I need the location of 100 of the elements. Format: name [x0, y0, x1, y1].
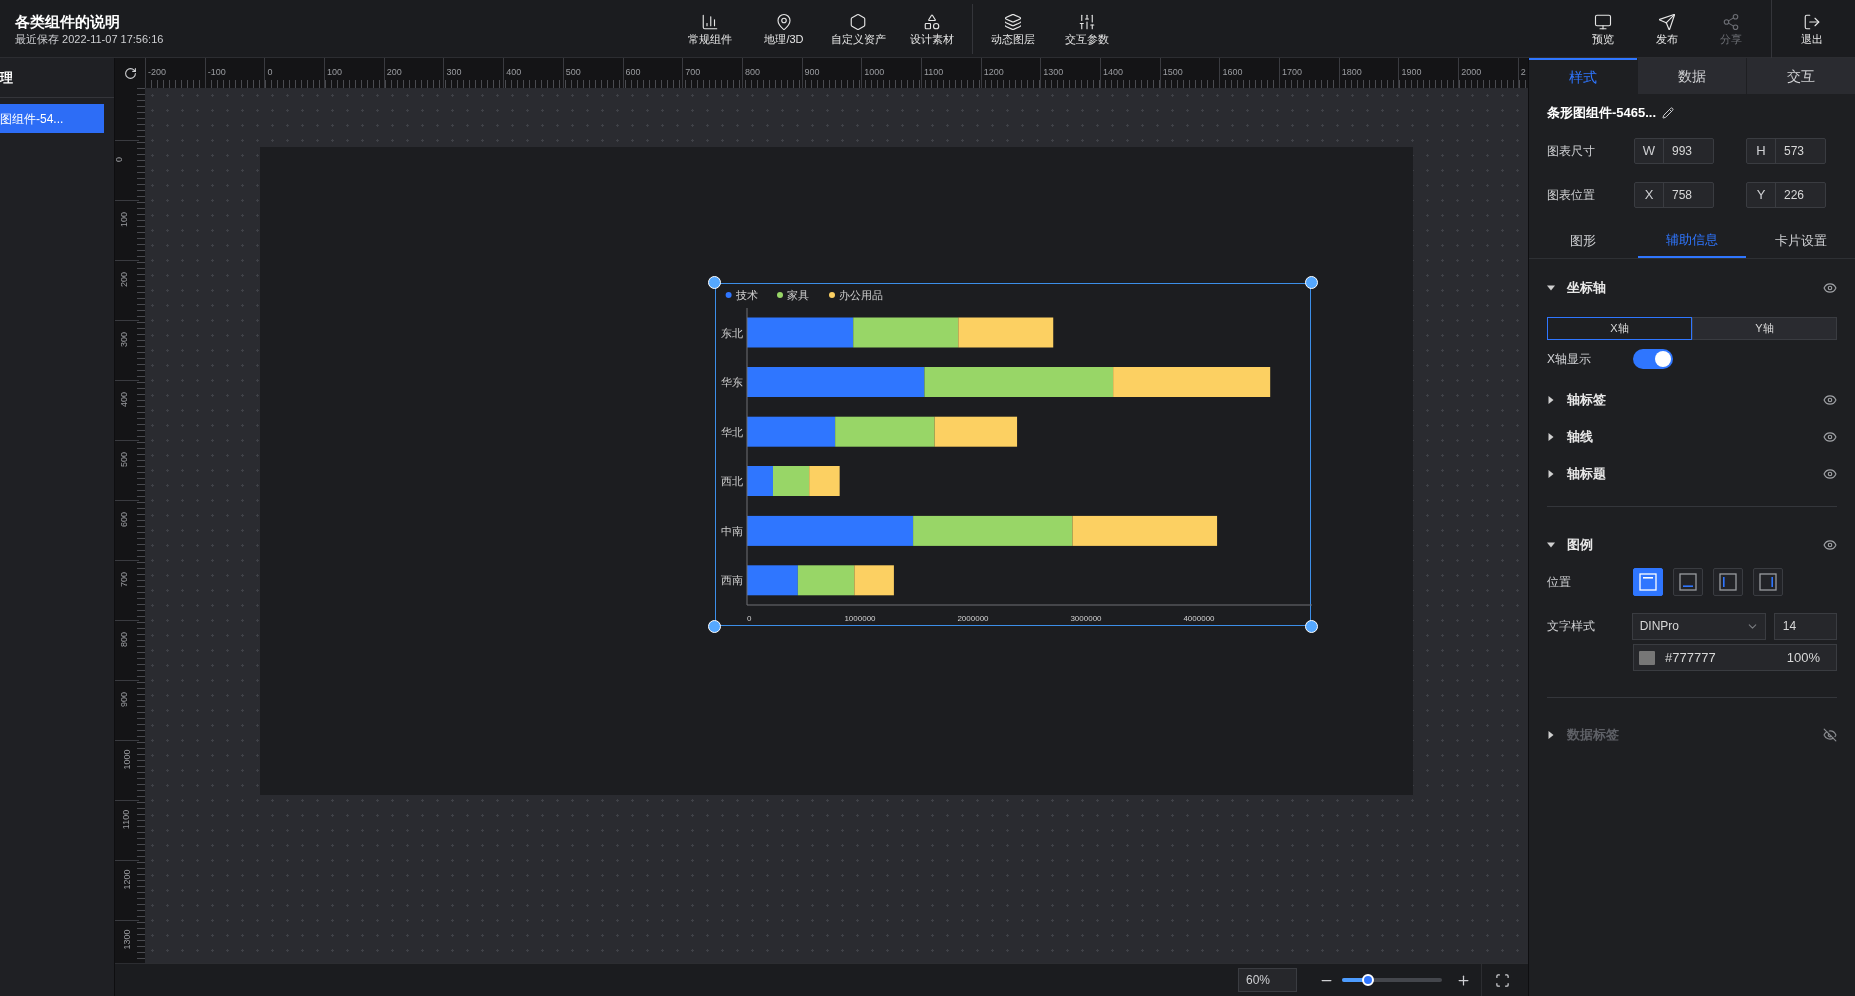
- section-title[interactable]: 坐标轴: [1567, 278, 1606, 298]
- tick-label: 2000000: [957, 614, 989, 623]
- field-label: 位置: [1547, 574, 1572, 591]
- bar: [773, 466, 810, 496]
- slider-thumb[interactable]: [1362, 974, 1374, 986]
- toolbar-button[interactable]: 常规组件: [678, 0, 742, 58]
- panel-tab[interactable]: 数据: [1637, 58, 1746, 94]
- number-field[interactable]: H 573: [1746, 138, 1826, 164]
- layers-icon: [1004, 12, 1022, 31]
- ruler-label: 500: [120, 452, 129, 467]
- caret-icon[interactable]: [1547, 433, 1555, 441]
- save-time: 最近保存 2022-11-07 17:56:16: [15, 31, 165, 46]
- field-value: 226: [1783, 187, 1805, 204]
- legend-position-icon: [1639, 573, 1657, 591]
- font-select[interactable]: DINPro: [1631, 612, 1766, 640]
- reset-icon[interactable]: [123, 66, 137, 80]
- toolbar-button[interactable]: 动态图层: [981, 0, 1045, 58]
- panel-tab[interactable]: 交互: [1746, 58, 1855, 94]
- legend-position-button[interactable]: [1673, 568, 1703, 596]
- ruler-label: 300: [120, 332, 129, 347]
- tick-label: 3000000: [1070, 614, 1102, 623]
- toolbar-button[interactable]: 发布: [1635, 0, 1699, 58]
- sub-tab[interactable]: 图形: [1529, 223, 1638, 258]
- toolbar-button[interactable]: 自定义资产: [826, 0, 890, 58]
- tick-label: 4000000: [1183, 614, 1215, 623]
- section-title[interactable]: 轴标题: [1567, 464, 1606, 484]
- ruler-label: 400: [506, 67, 522, 77]
- resize-handle[interactable]: [708, 276, 721, 289]
- ruler-label: 0: [267, 67, 273, 77]
- ruler-label: 1300: [122, 929, 132, 950]
- resize-handle[interactable]: [708, 620, 721, 633]
- ruler-label: 2: [1520, 67, 1526, 77]
- tick-label: 1000000: [844, 614, 876, 623]
- color-swatch[interactable]: [1639, 650, 1655, 665]
- ruler-label: 1600: [1222, 67, 1243, 77]
- ruler-label: 1200: [983, 67, 1004, 77]
- map-pin-icon: [775, 12, 793, 31]
- section-title[interactable]: 图例: [1567, 535, 1593, 555]
- edit-icon[interactable]: [1662, 106, 1675, 119]
- category-label: 华东: [721, 376, 743, 388]
- field-prefix: H: [1747, 139, 1776, 163]
- caret-icon[interactable]: [1547, 396, 1555, 404]
- sub-tab[interactable]: 卡片设置: [1746, 223, 1855, 258]
- toolbar-button[interactable]: 设计素材: [900, 0, 964, 58]
- zoom-in-icon[interactable]: [1456, 972, 1471, 988]
- resize-handle[interactable]: [1305, 620, 1318, 633]
- caret-icon[interactable]: [1547, 470, 1555, 478]
- field-label: 图表位置: [1547, 187, 1596, 204]
- ruler-label: 1900: [1401, 67, 1422, 77]
- number-field[interactable]: W 993: [1634, 138, 1714, 164]
- bar: [747, 565, 798, 596]
- tick-label: 0: [747, 614, 752, 623]
- toolbar-button[interactable]: 交互参数: [1055, 0, 1119, 58]
- legend-position-button[interactable]: [1713, 568, 1743, 596]
- legend-position-icon: [1759, 573, 1777, 591]
- ruler-label: 0: [115, 157, 124, 162]
- eye-icon[interactable]: [1823, 281, 1837, 295]
- ruler-label: 1400: [1103, 67, 1124, 77]
- eye-icon[interactable]: [1823, 430, 1837, 444]
- hexagon-icon: [849, 12, 867, 31]
- ruler-label: 1500: [1162, 67, 1183, 77]
- ruler-label: -200: [148, 67, 166, 77]
- sub-tab[interactable]: 辅助信息: [1637, 223, 1747, 258]
- component-name: 条形图组件-5465...: [1547, 103, 1657, 122]
- color-field[interactable]: #777777 100%: [1633, 644, 1837, 671]
- toolbar-button[interactable]: 地理/3D: [752, 0, 816, 58]
- ruler-label: 600: [625, 67, 641, 77]
- project-title: 各类组件的说明: [15, 11, 121, 32]
- number-field[interactable]: X 758: [1634, 182, 1714, 208]
- sliders-icon: [1078, 12, 1096, 31]
- font-size-field[interactable]: 14: [1773, 612, 1837, 640]
- legend-position-button[interactable]: [1753, 568, 1783, 596]
- layer-item[interactable]: 图组件-54...: [0, 104, 104, 133]
- fit-screen-icon[interactable]: [1495, 972, 1510, 988]
- field-prefix: Y: [1747, 183, 1776, 207]
- eye-icon[interactable]: [1823, 393, 1837, 407]
- legend-label: 办公用品: [839, 289, 883, 301]
- eye-icon[interactable]: [1823, 538, 1837, 552]
- ruler-label: 600: [120, 512, 129, 527]
- eye-icon[interactable]: [1823, 467, 1837, 481]
- toolbar-button[interactable]: 预览: [1571, 0, 1635, 58]
- number-field[interactable]: Y 226: [1746, 182, 1826, 208]
- caret-icon[interactable]: [1547, 541, 1555, 549]
- toggle-switch[interactable]: [1633, 349, 1673, 369]
- legend-label: 家具: [787, 289, 809, 301]
- section-title[interactable]: 轴线: [1567, 427, 1593, 447]
- ruler-label: 1100: [923, 67, 944, 77]
- resize-handle[interactable]: [1305, 276, 1318, 289]
- axis-tab[interactable]: X轴: [1547, 317, 1692, 340]
- legend-position-button[interactable]: [1633, 568, 1663, 596]
- ruler-label: 300: [446, 67, 462, 77]
- caret-icon[interactable]: [1547, 284, 1555, 292]
- chart-component[interactable]: 技术 家具 办公用品 东北 华东 华北 西北 中南 西南 0 1000000 2000000 3000000 4000000: [715, 283, 1311, 626]
- section-title[interactable]: 轴标签: [1567, 390, 1606, 410]
- axis-tab[interactable]: Y轴: [1692, 317, 1837, 340]
- zoom-field[interactable]: 60%: [1238, 968, 1297, 992]
- toolbar-button[interactable]: 退出: [1780, 0, 1844, 58]
- share-icon: [1722, 12, 1740, 31]
- ruler-label: 900: [804, 67, 820, 77]
- send-icon: [1658, 12, 1676, 31]
